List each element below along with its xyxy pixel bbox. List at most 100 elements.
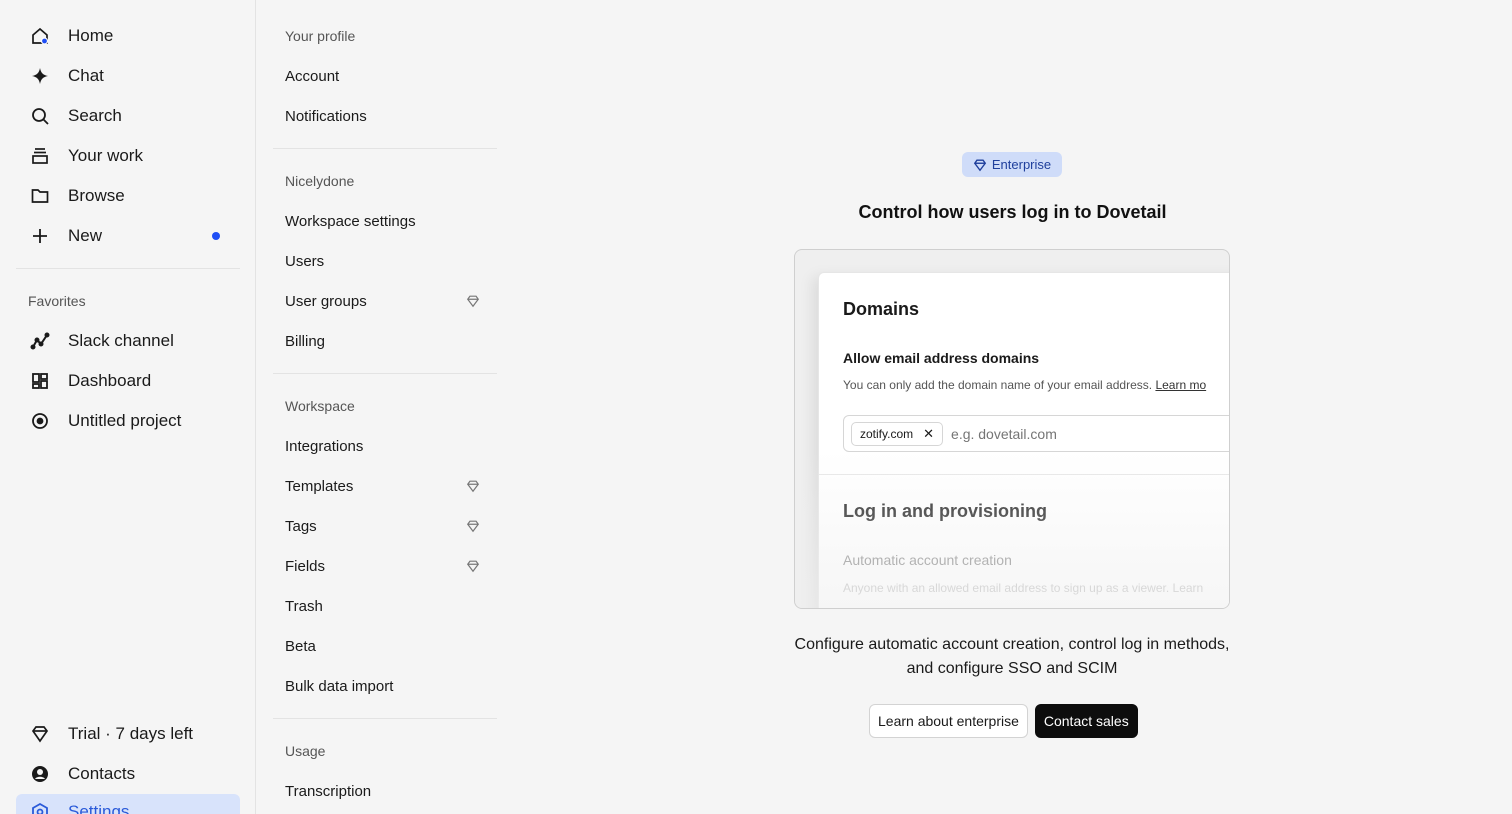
- settings-item-label: Workspace settings: [285, 212, 416, 230]
- sidebar-item-label: Contacts: [68, 764, 136, 783]
- settings-item-label: Tags: [285, 517, 317, 535]
- settings-divider: [273, 718, 497, 719]
- settings-item-users[interactable]: Users: [273, 245, 497, 277]
- sparkle-icon: [30, 66, 50, 86]
- user-circle-icon: [30, 764, 50, 784]
- folder-icon: [30, 186, 50, 206]
- settings-item-label: Fields: [285, 557, 326, 575]
- settings-divider: [273, 148, 497, 149]
- sidebar-item-label: Chat: [68, 66, 104, 85]
- sidebar-item-label: Slack channel: [68, 331, 174, 350]
- settings-item-tags[interactable]: Tags: [273, 510, 497, 542]
- auto-account-help: Anyone with an allowed email address to …: [843, 581, 1204, 595]
- auto-account-label: Automatic account creation: [843, 552, 1012, 568]
- cta-buttons: Learn about enterprise Contact sales: [869, 704, 1138, 738]
- main-content: Enterprise Control how users log in to D…: [513, 0, 1512, 814]
- diamond-icon: [465, 478, 481, 494]
- dashboard-icon: [30, 371, 50, 391]
- domain-input: [951, 425, 1202, 442]
- settings-item-user-groups[interactable]: User groups: [273, 285, 497, 317]
- enterprise-badge: Enterprise: [962, 152, 1062, 177]
- help-text: You can only add the domain name of your…: [843, 378, 1153, 392]
- profile-heading: Your profile: [285, 28, 356, 44]
- settings-item-label: Billing: [285, 332, 326, 350]
- chart-line-icon: [30, 331, 50, 351]
- settings-divider: [273, 373, 497, 374]
- settings-item-label: Transcription: [285, 782, 372, 800]
- sidebar-item-trial[interactable]: Trial · 7 days left: [16, 716, 240, 752]
- sidebar-item-label: Settings: [68, 802, 130, 814]
- sidebar-item-label: Untitled project: [68, 411, 182, 430]
- sidebar-item-search[interactable]: Search: [16, 98, 240, 134]
- diamond-icon: [465, 518, 481, 534]
- settings-item-label: Integrations: [285, 437, 364, 455]
- sidebar-item-new[interactable]: New: [16, 218, 240, 254]
- settings-item-account[interactable]: Account: [273, 60, 497, 92]
- sidebar-item-browse[interactable]: Browse: [16, 178, 240, 214]
- sidebar-item-label: Your work: [68, 146, 143, 165]
- feature-preview: Domains Allow email address domains You …: [794, 249, 1230, 609]
- diamond-icon: [973, 158, 986, 171]
- favorites-heading: Favorites: [28, 293, 86, 309]
- sidebar-item-home[interactable]: Home: [16, 18, 240, 54]
- sidebar-item-contacts[interactable]: Contacts: [16, 756, 240, 792]
- main-sidebar: Home Chat Search Your work Browse New Fa…: [0, 0, 256, 814]
- settings-item-label: Trash: [285, 597, 323, 615]
- sidebar-item-label: Trial · 7 days left: [68, 724, 194, 743]
- settings-item-bulk-data-import[interactable]: Bulk data import: [273, 670, 497, 702]
- settings-item-notifications[interactable]: Notifications: [273, 100, 497, 132]
- chip-label: zotify.com: [860, 426, 914, 441]
- page-title: Control how users log in to Dovetail: [858, 202, 1167, 222]
- login-provisioning-title: Log in and provisioning: [843, 501, 1047, 521]
- learn-more-link: Learn mo: [1155, 378, 1207, 392]
- settings-item-label: User groups: [285, 292, 367, 310]
- sidebar-item-label: Home: [68, 26, 114, 45]
- settings-item-transcription[interactable]: Transcription: [273, 775, 497, 807]
- sidebar-item-label: Browse: [68, 186, 125, 205]
- settings-item-label: Users: [285, 252, 325, 270]
- sidebar-item-label: Dashboard: [68, 371, 152, 390]
- sidebar-item-untitled-project[interactable]: Untitled project: [16, 403, 240, 439]
- close-icon: ✕: [923, 425, 935, 441]
- settings-item-integrations[interactable]: Integrations: [273, 430, 497, 462]
- allow-domains-label: Allow email address domains: [843, 350, 1040, 366]
- preview-card: Domains Allow email address domains You …: [818, 272, 1229, 608]
- settings-item-beta[interactable]: Beta: [273, 630, 497, 662]
- sidebar-item-chat[interactable]: Chat: [16, 58, 240, 94]
- sidebar-item-your-work[interactable]: Your work: [16, 138, 240, 174]
- new-indicator-dot: [212, 232, 220, 240]
- sidebar-item-slack-channel[interactable]: Slack channel: [16, 323, 240, 359]
- settings-menu: Your profile Account Notifications Nicel…: [257, 0, 513, 814]
- domains-title: Domains: [843, 299, 920, 319]
- sidebar-item-label: New: [68, 226, 103, 245]
- settings-item-templates[interactable]: Templates: [273, 470, 497, 502]
- target-icon: [30, 411, 50, 431]
- card-divider: [819, 474, 1229, 475]
- badge-label: Enterprise: [991, 157, 1052, 172]
- feature-description: Configure automatic account creation, co…: [794, 636, 1230, 677]
- workspace-heading: Workspace: [285, 398, 355, 414]
- org-heading: Nicelydone: [285, 173, 355, 189]
- diamond-icon: [465, 558, 481, 574]
- diamond-icon: [465, 293, 481, 309]
- stack-icon: [30, 146, 50, 166]
- diamond-icon: [30, 724, 50, 744]
- plus-icon: [30, 226, 50, 246]
- settings-icon: [30, 802, 50, 814]
- settings-item-fields[interactable]: Fields: [273, 550, 497, 582]
- settings-item-label: Beta: [285, 637, 316, 655]
- settings-item-workspace-settings[interactable]: Workspace settings: [273, 205, 497, 237]
- settings-item-label: Templates: [285, 477, 354, 495]
- domain-chip: zotify.com ✕: [851, 421, 944, 446]
- sidebar-item-settings[interactable]: Settings: [16, 794, 240, 814]
- sidebar-item-dashboard[interactable]: Dashboard: [16, 363, 240, 399]
- learn-about-enterprise-button[interactable]: Learn about enterprise: [869, 704, 1028, 738]
- usage-heading: Usage: [285, 743, 326, 759]
- search-icon: [30, 106, 50, 126]
- domains-help-text: You can only add the domain name of your…: [843, 378, 1206, 392]
- home-icon: [30, 26, 50, 46]
- settings-item-billing[interactable]: Billing: [273, 325, 497, 357]
- contact-sales-button[interactable]: Contact sales: [1034, 704, 1138, 738]
- settings-item-trash[interactable]: Trash: [273, 590, 497, 622]
- sidebar-divider: [16, 268, 240, 269]
